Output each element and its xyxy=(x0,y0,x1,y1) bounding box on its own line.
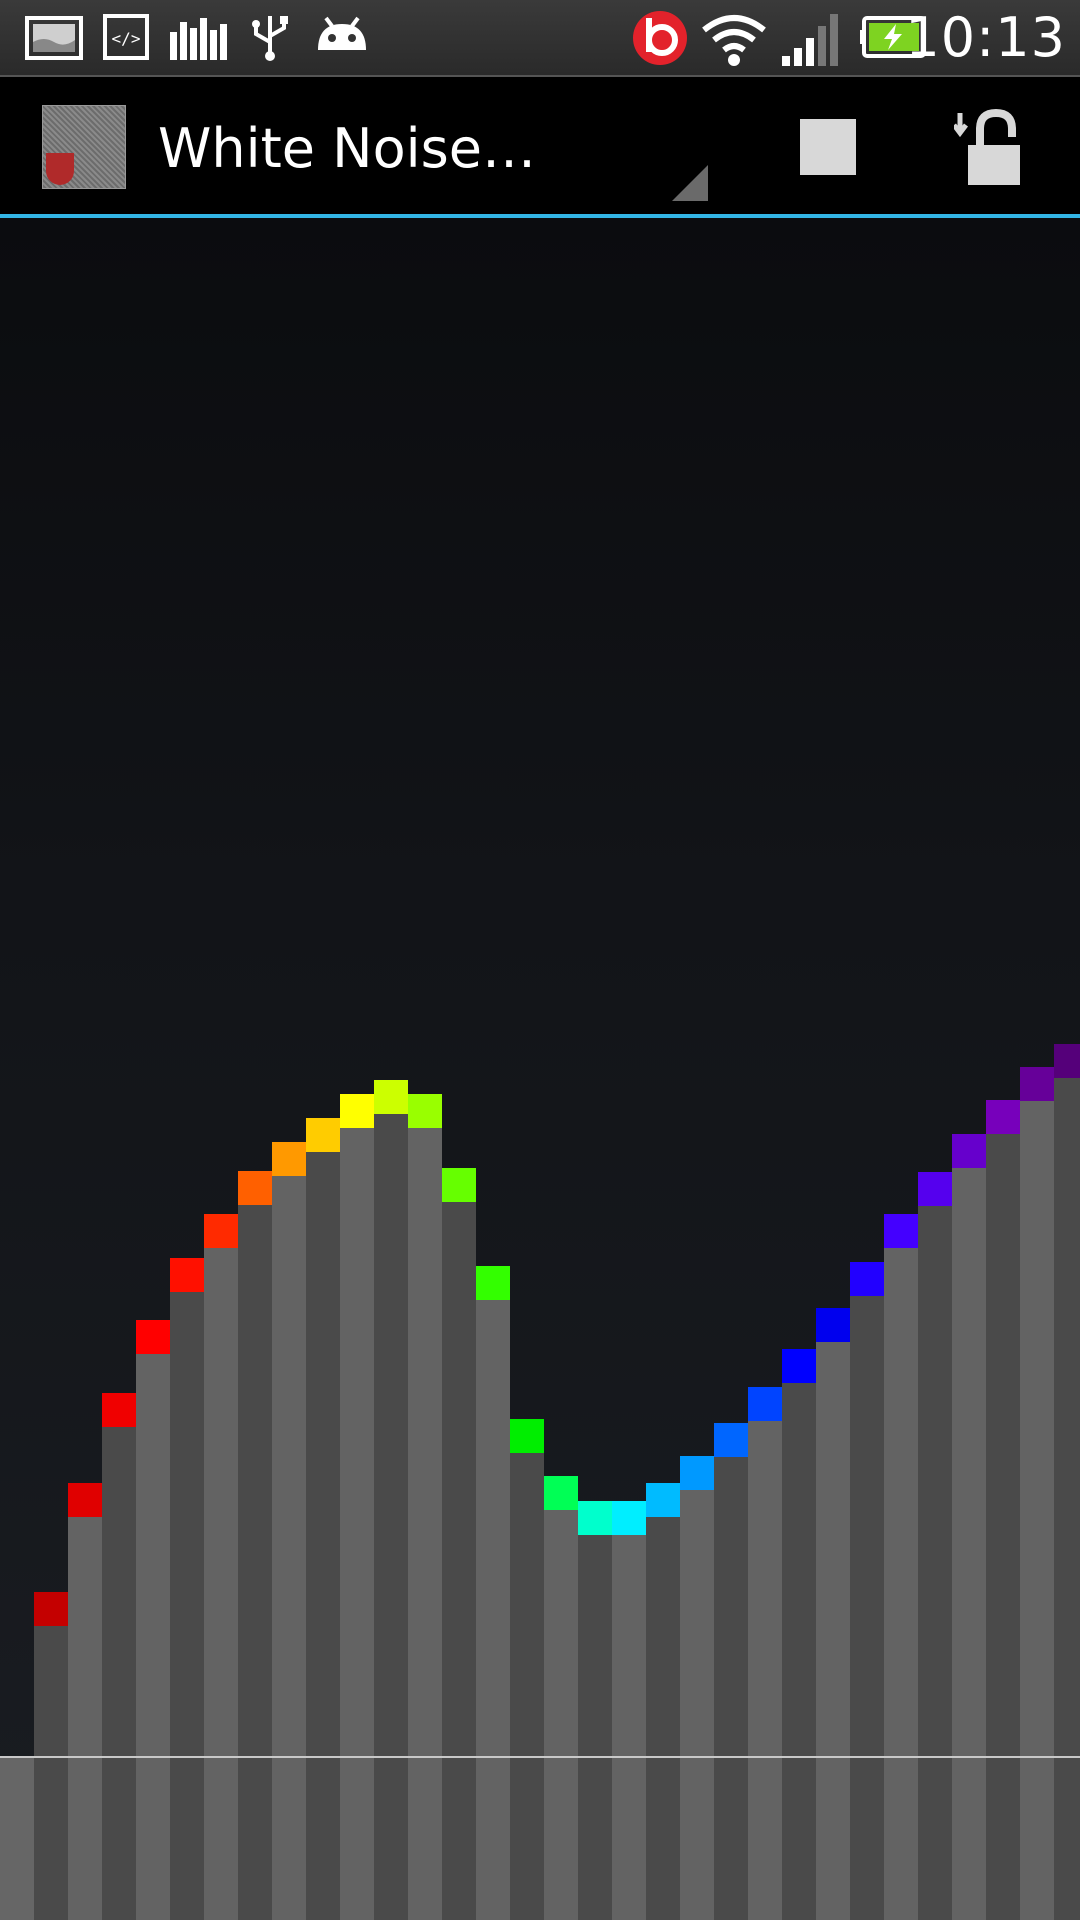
android-icon xyxy=(318,16,366,50)
spectrum-bar xyxy=(680,1490,714,1920)
usb-icon xyxy=(252,16,288,61)
spectrum-bar xyxy=(204,1248,238,1920)
spectrum-peak-cap xyxy=(782,1349,816,1383)
stop-button[interactable] xyxy=(800,119,856,175)
spectrum-bar xyxy=(850,1296,884,1920)
spectrum-peak-cap xyxy=(442,1168,476,1202)
signal-icon xyxy=(782,14,838,66)
spectrum-peak-cap xyxy=(204,1214,238,1248)
spectrum-bar xyxy=(272,1176,306,1920)
spectrum-peak-cap xyxy=(136,1320,170,1354)
spectrum-peak-cap xyxy=(170,1258,204,1292)
gallery-icon xyxy=(25,16,83,60)
spectrum-visualizer xyxy=(0,1044,1080,1920)
svg-text:</>: </> xyxy=(112,29,141,48)
spectrum-peak-cap xyxy=(884,1214,918,1248)
spectrum-peak-cap xyxy=(612,1501,646,1535)
spectrum-peak-cap xyxy=(1020,1067,1054,1101)
spectrum-peak-cap xyxy=(850,1262,884,1296)
spectrum-bar xyxy=(1020,1101,1054,1920)
spectrum-peak-cap xyxy=(816,1308,850,1342)
spectrum-peak-cap xyxy=(918,1172,952,1206)
spectrum-peak-cap xyxy=(748,1387,782,1421)
spectrum-bar xyxy=(170,1292,204,1920)
spectrum-peak-cap xyxy=(34,1592,68,1626)
spectrum-peak-cap xyxy=(544,1476,578,1510)
app-icon[interactable] xyxy=(42,105,126,189)
spectrum-peak-cap xyxy=(476,1266,510,1300)
status-bar: </> 10:13 xyxy=(0,0,1080,77)
spectrum-peak-cap xyxy=(578,1501,612,1535)
spectrum-peak-cap xyxy=(306,1118,340,1152)
spectrum-bar xyxy=(986,1134,1020,1920)
spectrum-peak-cap xyxy=(646,1483,680,1517)
spectrum-peak-cap xyxy=(680,1456,714,1490)
spectrum-bar xyxy=(68,1517,102,1920)
spectrum-bar xyxy=(1054,1078,1080,1920)
spectrum-bar xyxy=(374,1114,408,1920)
spectrum-bar xyxy=(34,1626,68,1920)
spectrum-bar xyxy=(748,1421,782,1920)
app-title[interactable]: White Noise… xyxy=(158,117,536,180)
spectrum-bar xyxy=(952,1168,986,1920)
spectrum-peak-cap xyxy=(374,1080,408,1114)
unlock-button[interactable] xyxy=(954,107,1026,187)
spectrum-peak-cap xyxy=(68,1483,102,1517)
dropdown-indicator-icon[interactable] xyxy=(672,165,708,201)
spectrum-peak-cap xyxy=(238,1171,272,1205)
bar-floor xyxy=(0,1756,34,1920)
spectrum-peak-cap xyxy=(408,1094,442,1128)
spectrum-bar xyxy=(714,1457,748,1920)
action-bar: White Noise… xyxy=(0,77,1080,215)
baseline xyxy=(0,1756,1080,1758)
spectrum-peak-cap xyxy=(952,1134,986,1168)
visualizer-area xyxy=(0,218,1080,1920)
spectrum-bar xyxy=(510,1453,544,1920)
spectrum-bar xyxy=(544,1510,578,1920)
spectrum-bar xyxy=(306,1152,340,1920)
spectrum-peak-cap xyxy=(272,1142,306,1176)
spectrum-bar xyxy=(442,1202,476,1920)
spectrum-peak-cap xyxy=(340,1094,374,1128)
spectrum-bar xyxy=(884,1248,918,1920)
spectrum-bar xyxy=(646,1517,680,1920)
spectrum-peak-cap xyxy=(510,1419,544,1453)
spectrum-bar xyxy=(476,1300,510,1920)
code-icon: </> xyxy=(103,14,149,60)
spectrum-peak-cap xyxy=(986,1100,1020,1134)
spectrum-peak-cap xyxy=(1054,1044,1080,1078)
shield-icon xyxy=(46,153,74,185)
spectrum-bar xyxy=(340,1128,374,1920)
equalizer-icon xyxy=(170,18,227,60)
spectrum-bar xyxy=(136,1354,170,1920)
spectrum-bar xyxy=(782,1383,816,1920)
spectrum-peak-cap xyxy=(714,1423,748,1457)
spectrum-bar xyxy=(408,1128,442,1920)
spectrum-bar xyxy=(612,1535,646,1920)
spectrum-bar xyxy=(102,1427,136,1920)
spectrum-bar xyxy=(238,1205,272,1920)
wifi-icon xyxy=(702,15,766,66)
spectrum-bar xyxy=(918,1206,952,1920)
spectrum-peak-cap xyxy=(102,1393,136,1427)
beats-icon xyxy=(633,11,687,65)
spectrum-bar xyxy=(816,1342,850,1920)
spectrum-bar xyxy=(578,1535,612,1920)
clock-time: 10:13 xyxy=(905,6,1066,69)
